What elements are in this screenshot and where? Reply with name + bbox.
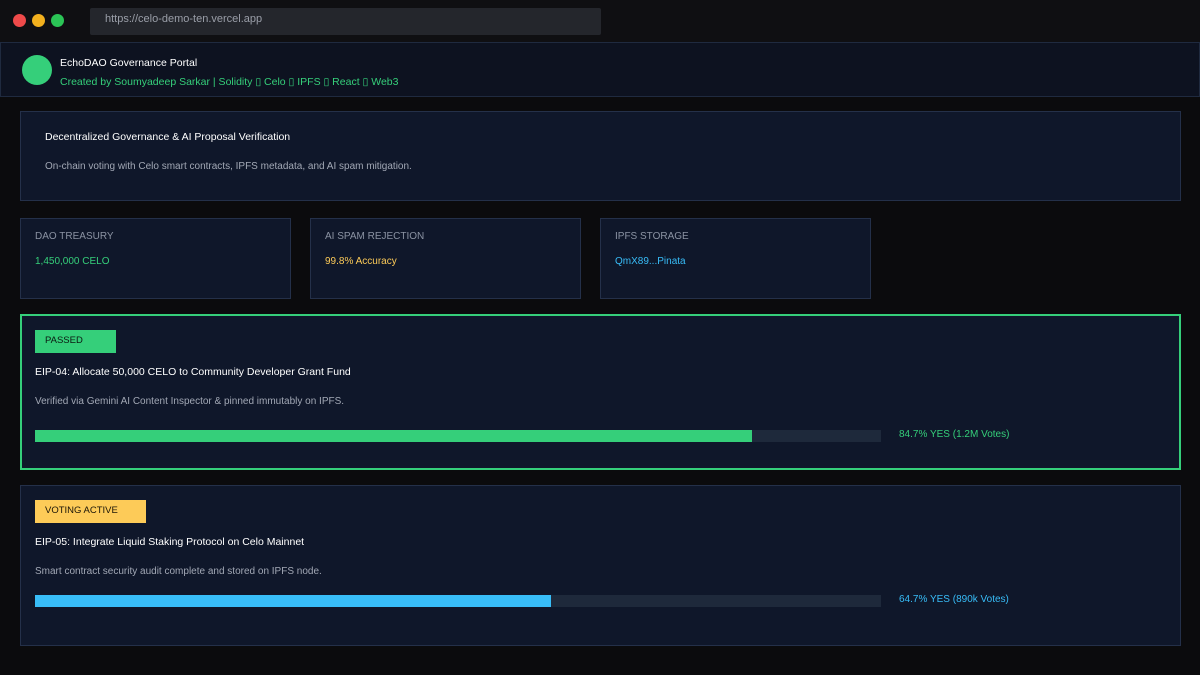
address-bar[interactable]: https://celo-demo-ten.vercel.app bbox=[90, 8, 601, 35]
logo-icon bbox=[22, 55, 52, 85]
proposal-description: Smart contract security audit complete a… bbox=[35, 566, 322, 577]
close-window-dot[interactable] bbox=[13, 14, 26, 27]
vote-progress-bar bbox=[35, 595, 881, 607]
vote-progress-bar bbox=[35, 430, 881, 442]
stat-label: DAO TREASURY bbox=[35, 231, 114, 242]
proposal-card-eip-05[interactable]: VOTING ACTIVE EIP-05: Integrate Liquid S… bbox=[20, 485, 1181, 646]
hero-description: On-chain voting with Celo smart contract… bbox=[45, 161, 412, 172]
app-title: EchoDAO Governance Portal bbox=[60, 57, 198, 69]
stat-label: IPFS STORAGE bbox=[615, 231, 689, 242]
browser-chrome: https://celo-demo-ten.vercel.app bbox=[0, 0, 1200, 42]
hero-panel: Decentralized Governance & AI Proposal V… bbox=[20, 111, 1181, 201]
vote-tally: 84.7% YES (1.2M Votes) bbox=[899, 429, 1010, 440]
stat-card-treasury: DAO TREASURY 1,450,000 CELO bbox=[20, 218, 291, 299]
proposal-card-eip-04[interactable]: PASSED EIP-04: Allocate 50,000 CELO to C… bbox=[20, 314, 1181, 470]
stat-value: 1,450,000 CELO bbox=[35, 256, 110, 267]
vote-progress-fill bbox=[35, 430, 752, 442]
vote-tally: 64.7% YES (890k Votes) bbox=[899, 594, 1009, 605]
stat-card-spam-rejection: AI SPAM REJECTION 99.8% Accuracy bbox=[310, 218, 581, 299]
app-subtitle: Created by Soumyadeep Sarkar | Solidity … bbox=[60, 76, 399, 88]
proposal-description: Verified via Gemini AI Content Inspector… bbox=[35, 396, 345, 407]
address-bar-url: https://celo-demo-ten.vercel.app bbox=[105, 13, 263, 25]
proposal-title: EIP-04: Allocate 50,000 CELO to Communit… bbox=[35, 366, 351, 378]
maximize-window-dot[interactable] bbox=[51, 14, 64, 27]
stat-value: 99.8% Accuracy bbox=[325, 256, 397, 267]
app-header: EchoDAO Governance Portal Created by Sou… bbox=[0, 42, 1200, 97]
vote-progress-fill bbox=[35, 595, 552, 607]
stat-label: AI SPAM REJECTION bbox=[325, 231, 425, 242]
hero-title: Decentralized Governance & AI Proposal V… bbox=[45, 131, 291, 143]
status-badge: VOTING ACTIVE bbox=[35, 500, 146, 523]
stat-card-ipfs-storage: IPFS STORAGE QmX89...Pinata bbox=[600, 218, 871, 299]
stat-value: QmX89...Pinata bbox=[615, 256, 686, 267]
status-badge: PASSED bbox=[35, 330, 116, 353]
proposal-title: EIP-05: Integrate Liquid Staking Protoco… bbox=[35, 536, 305, 548]
minimize-window-dot[interactable] bbox=[32, 14, 45, 27]
